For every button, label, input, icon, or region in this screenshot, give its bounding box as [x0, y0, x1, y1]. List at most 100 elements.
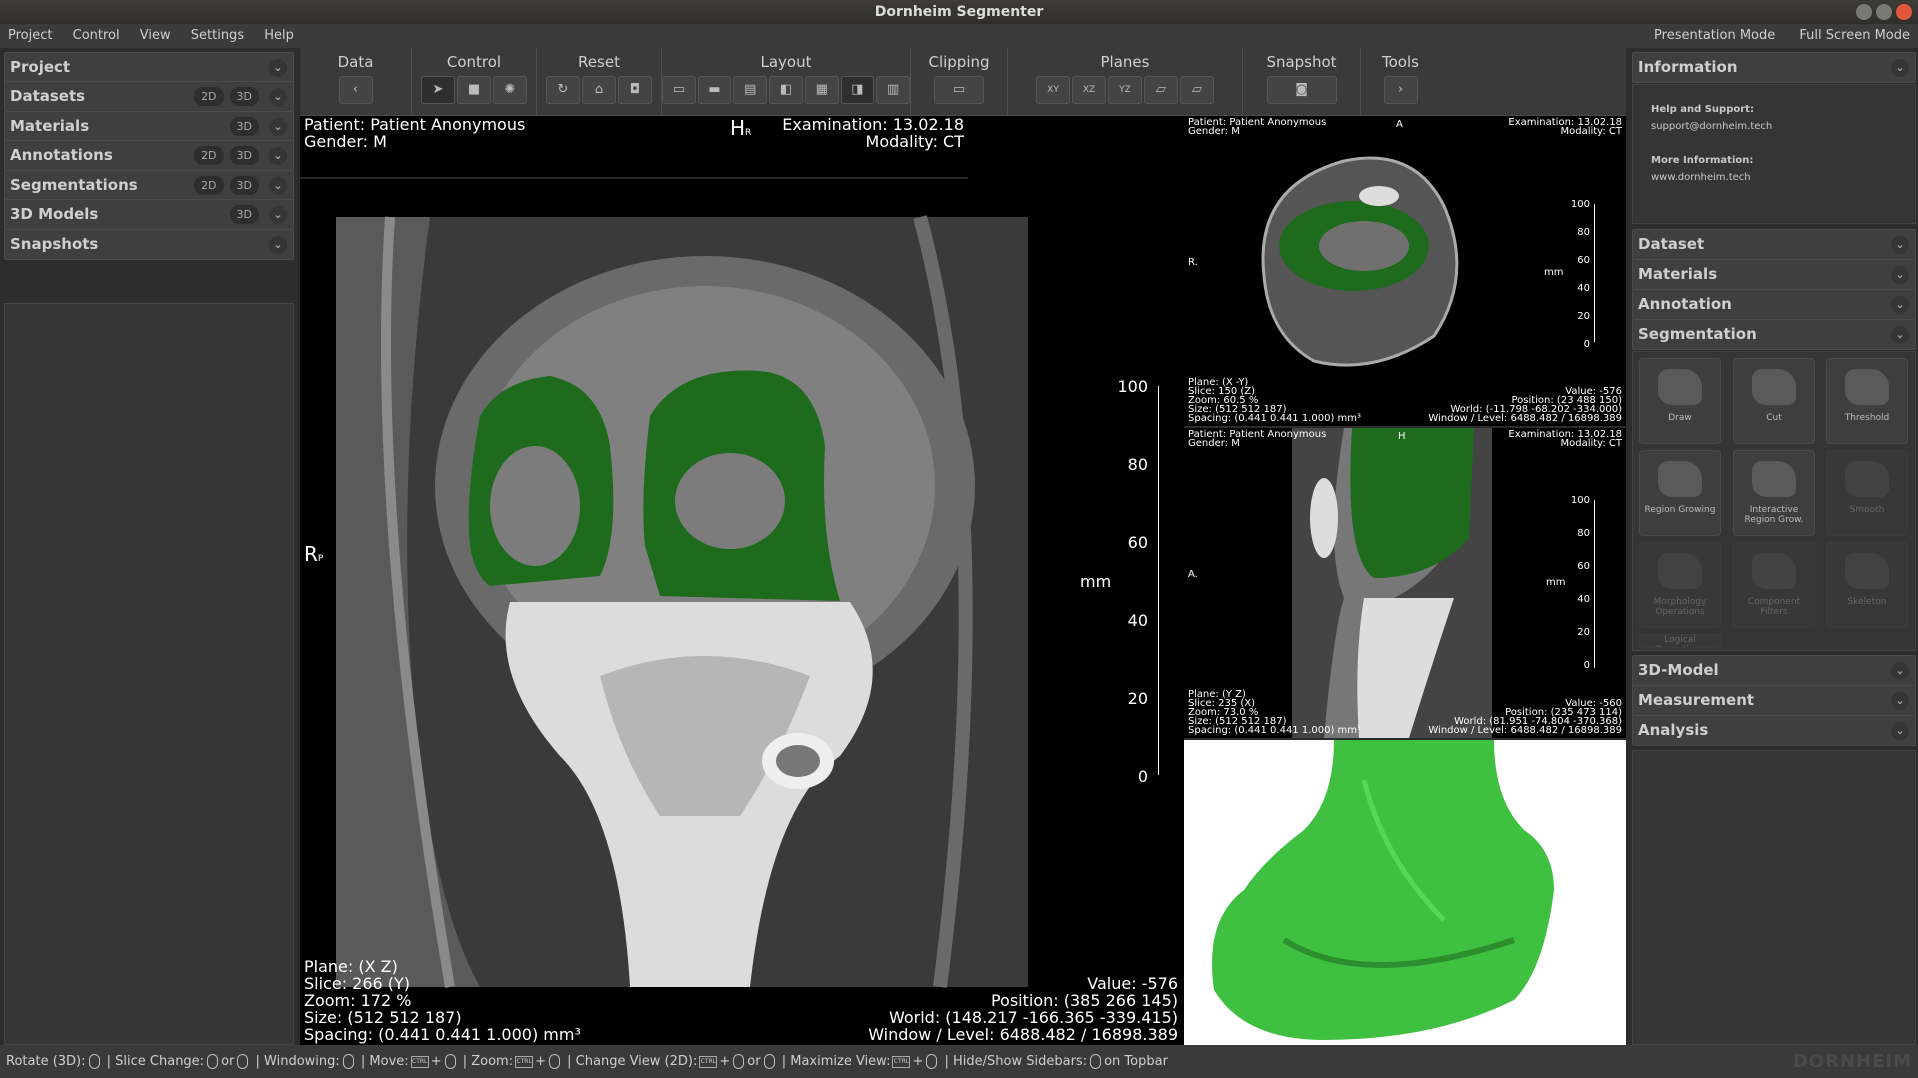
scale-tick: 60 [1577, 561, 1590, 572]
toolbar-group-layout: Layout ▭ ▬ ▤ ◧ ▦ ◨ ▥ [661, 48, 911, 116]
more-info-link[interactable]: www.dornheim.tech [1651, 172, 1751, 183]
refresh-icon[interactable]: ↻ [546, 76, 580, 104]
section-materials[interactable]: Materials 3D ⌄ [4, 111, 294, 142]
chevron-down-icon[interactable]: ⌄ [1891, 722, 1909, 740]
plane-oblique-icon[interactable]: ▱ [1144, 76, 1178, 104]
patient-gender: Gender: M [1188, 126, 1240, 137]
presentation-mode-button[interactable]: Presentation Mode [1654, 28, 1775, 43]
section-information[interactable]: Information ⌄ [1632, 52, 1916, 83]
tag-3d[interactable]: 3D [229, 176, 259, 195]
chevron-down-icon[interactable]: ⌄ [269, 88, 287, 106]
forward-button[interactable]: › [1383, 76, 1418, 104]
scale-tick: 40 [1577, 283, 1590, 294]
tag-3d[interactable]: 3D [229, 87, 259, 106]
full-screen-mode-button[interactable]: Full Screen Mode [1799, 28, 1910, 43]
pointer-icon[interactable]: ➤ [421, 76, 455, 104]
group-label: Layout [760, 53, 812, 71]
section-annotations[interactable]: Annotations 2D 3D ⌄ [4, 140, 294, 171]
section-project[interactable]: Project ⌄ [4, 52, 294, 83]
tool-logical-operations[interactable]: Logical Operations [1639, 634, 1721, 648]
section-materials[interactable]: Materials ⌄ [1632, 259, 1916, 290]
reset-camera-icon[interactable]: ◘ [618, 76, 652, 104]
tool-draw[interactable]: Draw [1639, 358, 1721, 444]
chevron-down-icon[interactable]: ⌄ [1891, 662, 1909, 680]
tool-cut[interactable]: Cut [1733, 358, 1815, 444]
tag-2d[interactable]: 2D [194, 146, 224, 165]
scale-tick: 80 [1577, 227, 1590, 238]
chevron-down-icon[interactable]: ⌄ [269, 118, 287, 136]
layout-three-icon[interactable]: ▥ [876, 76, 911, 104]
chevron-down-icon[interactable]: ⌄ [1891, 326, 1909, 344]
view-3d[interactable] [1184, 740, 1626, 1045]
menu-settings[interactable]: Settings [191, 28, 244, 43]
chevron-down-icon[interactable]: ⌄ [1891, 266, 1909, 284]
group-label: Data [337, 53, 374, 71]
tool-skeleton[interactable]: Skeleton [1826, 542, 1908, 628]
menu-view[interactable]: View [140, 28, 171, 43]
mouse-icon [444, 1054, 456, 1069]
chevron-down-icon[interactable]: ⌄ [269, 236, 287, 254]
layout-split-h-icon[interactable]: ▤ [733, 76, 768, 104]
maximize-icon[interactable] [1876, 4, 1892, 20]
tag-3d[interactable]: 3D [229, 117, 259, 136]
menu-control[interactable]: Control [73, 28, 120, 43]
tool-label: Logical Operations [1655, 635, 1704, 647]
tool-region-growing[interactable]: Region Growing [1639, 450, 1721, 536]
menu-project[interactable]: Project [8, 28, 52, 43]
chevron-down-icon[interactable]: ⌄ [269, 206, 287, 224]
plane-xy-button[interactable]: XY [1036, 76, 1070, 104]
camera-icon[interactable]: ■ [457, 76, 491, 104]
scale-tick: 60 [1577, 255, 1590, 266]
back-button[interactable]: ‹ [338, 76, 373, 104]
section-measurement[interactable]: Measurement ⌄ [1632, 685, 1916, 716]
tool-morphology[interactable]: Morphology Operations [1639, 542, 1721, 628]
tag-2d[interactable]: 2D [194, 87, 224, 106]
layout-main-right-icon[interactable]: ◨ [840, 76, 875, 104]
view-xy[interactable]: Patient: Patient Anonymous Gender: M Exa… [1184, 116, 1626, 426]
section-3d-models[interactable]: 3D Models 3D ⌄ [4, 199, 294, 230]
help-email-link[interactable]: support@dornheim.tech [1651, 121, 1772, 132]
chevron-down-icon[interactable]: ⌄ [269, 59, 287, 77]
section-analysis[interactable]: Analysis ⌄ [1632, 715, 1916, 746]
tag-3d[interactable]: 3D [229, 146, 259, 165]
section-3d-model[interactable]: 3D-Model ⌄ [1632, 655, 1916, 686]
brightness-icon[interactable]: ✺ [493, 76, 527, 104]
clipping-icon[interactable]: ▭ [934, 76, 984, 104]
section-segmentation[interactable]: Segmentation ⌄ [1632, 319, 1916, 350]
section-dataset[interactable]: Dataset ⌄ [1632, 229, 1916, 260]
chevron-down-icon[interactable]: ⌄ [269, 177, 287, 195]
scale-tick: 20 [1577, 311, 1590, 322]
section-annotation[interactable]: Annotation ⌄ [1632, 289, 1916, 320]
tool-interactive-region-grow[interactable]: Interactive Region Grow. [1733, 450, 1815, 536]
chevron-down-icon[interactable]: ⌄ [1891, 236, 1909, 254]
tag-3d[interactable]: 3D [229, 205, 259, 224]
layout-single-icon[interactable]: ▭ [661, 76, 696, 104]
tool-component-filters[interactable]: Component Filters [1733, 542, 1815, 628]
chevron-down-icon[interactable]: ⌄ [1891, 59, 1909, 77]
tag-2d[interactable]: 2D [194, 176, 224, 195]
layout-split-v-icon[interactable]: ◧ [769, 76, 803, 104]
layout-grid-icon[interactable]: ▦ [804, 76, 839, 104]
mouse-icon [926, 1054, 938, 1069]
section-segmentations[interactable]: Segmentations 2D 3D ⌄ [4, 170, 294, 201]
section-snapshots[interactable]: Snapshots ⌄ [4, 229, 294, 260]
plane-oblique2-icon[interactable]: ▱ [1180, 76, 1214, 104]
close-icon[interactable] [1896, 4, 1912, 20]
layout-full-icon[interactable]: ▬ [697, 76, 732, 104]
plane-yz-button[interactable]: YZ [1108, 76, 1142, 104]
view-yz[interactable]: Patient: Patient Anonymous Gender: M Exa… [1184, 428, 1626, 738]
chevron-down-icon[interactable]: ⌄ [269, 147, 287, 165]
plane-xz-button[interactable]: XZ [1072, 76, 1106, 104]
home-icon[interactable]: ⌂ [582, 76, 616, 104]
section-datasets[interactable]: Datasets 2D 3D ⌄ [4, 81, 294, 112]
chevron-down-icon[interactable]: ⌄ [1891, 296, 1909, 314]
minimize-icon[interactable] [1856, 4, 1872, 20]
tool-threshold[interactable]: Threshold [1826, 358, 1908, 444]
chevron-down-icon[interactable]: ⌄ [1891, 692, 1909, 710]
snapshot-camera-icon[interactable]: ◙ [1266, 76, 1337, 104]
tool-smooth[interactable]: Smooth [1826, 450, 1908, 536]
menu-help[interactable]: Help [264, 28, 294, 43]
mouse-icon [733, 1054, 745, 1069]
section-label: Materials [10, 117, 90, 135]
main-view-xz[interactable]: Patient: Patient Anonymous Gender: M Exa… [300, 116, 1184, 1045]
